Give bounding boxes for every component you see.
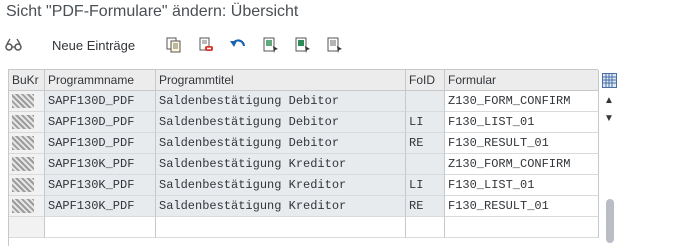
copy-icon[interactable] <box>164 35 184 55</box>
formular-input[interactable]: F130_RESULT_01 <box>445 196 599 217</box>
foid-cell: LI <box>406 175 445 196</box>
deselect-all-icon[interactable] <box>325 35 345 55</box>
programmname-cell: SAPF130D_PDF <box>45 133 156 154</box>
table-row[interactable]: SAPF130K_PDF Saldenbestätigung Kreditor … <box>9 196 599 217</box>
scroll-up-icon[interactable]: ▲ <box>604 95 614 106</box>
table-row[interactable]: SAPF130D_PDF Saldenbestätigung Debitor R… <box>9 133 599 154</box>
programmname-cell: SAPF130K_PDF <box>45 154 156 175</box>
table-row[interactable]: SAPF130D_PDF Saldenbestätigung Debitor Z… <box>9 91 599 112</box>
row-selector[interactable] <box>9 91 45 112</box>
scrollbar-thumb[interactable] <box>606 199 614 243</box>
formular-input[interactable]: Z130_FORM_CONFIRM <box>445 154 599 175</box>
bukr-value <box>12 178 34 192</box>
row-selector[interactable] <box>9 112 45 133</box>
undo-icon[interactable] <box>228 35 248 55</box>
formular-input[interactable]: Z130_FORM_CONFIRM <box>445 91 599 112</box>
foid-cell <box>406 91 445 112</box>
table-row[interactable]: SAPF130K_PDF Saldenbestätigung Kreditor … <box>9 175 599 196</box>
select-all-icon[interactable] <box>261 35 281 55</box>
row-selector[interactable] <box>9 133 45 154</box>
foid-cell[interactable] <box>406 217 445 238</box>
foid-cell: RE <box>406 133 445 154</box>
row-selector[interactable] <box>9 217 45 238</box>
vertical-scrollbar[interactable]: ▲ ▼ <box>600 69 620 246</box>
formular-input[interactable]: F130_RESULT_01 <box>445 133 599 154</box>
new-entries-button[interactable]: Neue Einträge <box>52 38 135 53</box>
programmname-cell: SAPF130D_PDF <box>45 112 156 133</box>
formular-input[interactable]: F130_LIST_01 <box>445 112 599 133</box>
programmtitel-cell: Saldenbestätigung Debitor <box>156 112 406 133</box>
header-bukr[interactable]: BuKr <box>9 70 45 91</box>
table-settings-icon[interactable] <box>602 73 617 88</box>
table-header: BuKr Programmname Programmtitel FoID For… <box>9 70 599 91</box>
bukr-value <box>12 136 34 150</box>
header-foid[interactable]: FoID <box>406 70 445 91</box>
table-row[interactable]: SAPF130K_PDF Saldenbestätigung Kreditor … <box>9 154 599 175</box>
bukr-value <box>12 94 34 108</box>
row-selector[interactable] <box>9 154 45 175</box>
foid-cell <box>406 154 445 175</box>
programmtitel-cell: Saldenbestätigung Kreditor <box>156 154 406 175</box>
row-selector[interactable] <box>9 175 45 196</box>
programmtitel-cell[interactable] <box>156 217 406 238</box>
data-table: BuKr Programmname Programmtitel FoID For… <box>8 69 599 246</box>
header-formular[interactable]: Formular <box>445 70 599 91</box>
scroll-down-icon[interactable]: ▼ <box>604 113 614 124</box>
header-programmtitel[interactable]: Programmtitel <box>156 70 406 91</box>
bukr-value <box>12 115 34 129</box>
page-title: Sicht "PDF-Formulare" ändern: Übersicht <box>6 3 299 20</box>
programmtitel-cell: Saldenbestätigung Debitor <box>156 133 406 154</box>
formular-input[interactable]: F130_LIST_01 <box>445 175 599 196</box>
programmname-cell[interactable] <box>45 217 156 238</box>
foid-cell: RE <box>406 196 445 217</box>
bukr-value <box>12 157 34 171</box>
select-block-icon[interactable] <box>293 35 313 55</box>
programmtitel-cell: Saldenbestätigung Kreditor <box>156 196 406 217</box>
programmname-cell: SAPF130K_PDF <box>45 196 156 217</box>
formular-input[interactable] <box>445 217 599 238</box>
programmtitel-cell: Saldenbestätigung Kreditor <box>156 175 406 196</box>
delete-icon[interactable] <box>196 35 216 55</box>
programmname-cell: SAPF130D_PDF <box>45 91 156 112</box>
bukr-value <box>12 199 34 213</box>
table-row-empty[interactable] <box>9 217 599 238</box>
table-row[interactable]: SAPF130D_PDF Saldenbestätigung Debitor L… <box>9 112 599 133</box>
programmname-cell: SAPF130K_PDF <box>45 175 156 196</box>
header-programmname[interactable]: Programmname <box>45 70 156 91</box>
glasses-icon[interactable] <box>4 35 24 55</box>
foid-cell: LI <box>406 112 445 133</box>
toolbar: Neue Einträge <box>0 32 689 60</box>
row-selector[interactable] <box>9 196 45 217</box>
programmtitel-cell: Saldenbestätigung Debitor <box>156 91 406 112</box>
